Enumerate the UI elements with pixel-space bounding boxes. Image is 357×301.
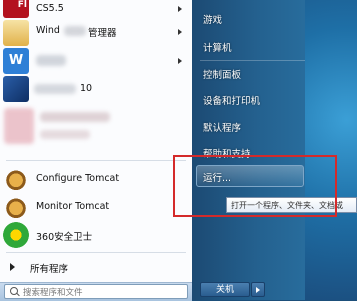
wps-icon: W [3, 48, 29, 74]
program-label-tail: 管理器 [88, 28, 117, 39]
program-label: 360安全卫士 [36, 232, 93, 243]
play-arrow-icon [10, 263, 15, 271]
tomcat-icon [3, 194, 29, 220]
shutdown-button[interactable]: 关机 [200, 282, 250, 297]
program-item-window-manager[interactable]: Wind 管理器 [0, 20, 188, 46]
window-manager-icon [3, 20, 29, 46]
program-label: Wind [36, 25, 60, 36]
submenu-arrow-icon [178, 6, 182, 12]
program-item-wps[interactable]: W [0, 48, 188, 74]
program-label: CS5.5 [36, 3, 64, 14]
menu-item-devices-printers[interactable]: 设备和打印机 [203, 93, 260, 107]
program-label: Monitor Tomcat [36, 201, 110, 212]
blurred-region [4, 108, 34, 144]
search-placeholder: 搜索程序和文件 [23, 288, 83, 298]
blurred-region [40, 130, 90, 139]
blurred-region [40, 112, 110, 122]
360-icon [3, 222, 29, 248]
program-item-cs55[interactable]: Fl CS5.5 [0, 0, 188, 18]
search-input[interactable]: 搜索程序和文件 [4, 284, 188, 299]
program-item-monitor-tomcat[interactable]: Monitor Tomcat [0, 194, 188, 220]
blurred-text [36, 55, 66, 66]
shutdown-options-arrow-icon[interactable] [251, 282, 265, 297]
program-item-360[interactable]: 360安全卫士 [0, 222, 188, 248]
menu-item-games[interactable]: 游戏 [203, 12, 222, 26]
desktop-background [305, 0, 357, 300]
start-menu-left-pane [0, 0, 193, 300]
program-item-configure-tomcat[interactable]: Configure Tomcat [0, 166, 188, 192]
all-programs-button[interactable]: 所有程序 [0, 256, 188, 278]
program-label: 10 [80, 83, 93, 94]
blurred-text [34, 84, 76, 94]
menu-item-computer[interactable]: 计算机 [203, 40, 232, 54]
app-icon [3, 76, 29, 102]
program-label: Configure Tomcat [36, 173, 120, 184]
submenu-arrow-icon [178, 58, 182, 64]
separator [6, 160, 186, 161]
menu-item-default-programs[interactable]: 默认程序 [203, 120, 241, 134]
flash-icon: Fl [3, 0, 29, 18]
search-icon [10, 287, 18, 295]
blurred-text [64, 26, 86, 36]
program-item-4[interactable]: 10 [0, 76, 188, 102]
separator [6, 252, 186, 253]
all-programs-label: 所有程序 [30, 264, 69, 275]
separator [200, 60, 305, 61]
menu-item-control-panel[interactable]: 控制面板 [203, 67, 241, 81]
tomcat-icon [3, 166, 29, 192]
highlight-annotation [173, 155, 337, 217]
submenu-arrow-icon [178, 29, 182, 35]
